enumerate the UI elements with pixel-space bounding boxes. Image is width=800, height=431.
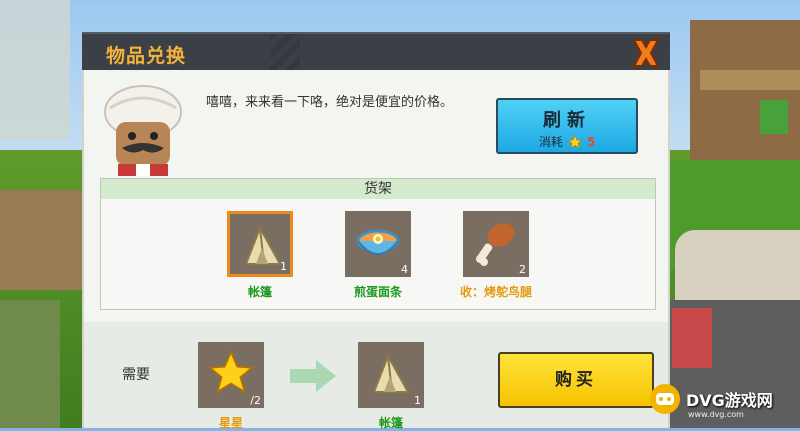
star-icon	[208, 350, 254, 394]
refresh-cost-value: 5	[586, 134, 596, 149]
cactus	[760, 100, 788, 134]
drumstick-icon	[476, 223, 515, 266]
shelf-title: 货架	[101, 179, 655, 199]
merchant-panel: 嘻嘻，来来看一下咯，绝对是便宜的价格。 刷新 消耗 5 货架 1 帐篷 4 煎蛋…	[82, 70, 670, 322]
npc-dialogue-text: 嘻嘻，来来看一下咯，绝对是便宜的价格。	[206, 95, 454, 110]
npc-vest	[672, 308, 712, 368]
refresh-cost: 消耗 5	[498, 133, 636, 150]
dialog-title: 物品兑换	[106, 45, 187, 67]
buy-button[interactable]: 购买	[498, 352, 654, 408]
result-item-name: 帐篷	[378, 416, 403, 430]
shelf-item-name: 收：烤鸵鸟腿	[459, 285, 532, 299]
item-exchange-dialog: 物品兑换 嘻嘻，来来看一下咯，绝对是便宜的价格。 刷新 消耗 5 货架 1 帐篷…	[82, 32, 670, 430]
slot-qty: 2	[519, 263, 526, 276]
result-item-slot: 1	[358, 342, 424, 408]
shelf-item-name: 帐篷	[247, 285, 272, 299]
watermark-logo-icon	[650, 384, 680, 414]
need-label: 需要	[122, 367, 150, 383]
arrow-right-icon	[290, 360, 336, 392]
shelf-slot-tent[interactable]: 1	[227, 211, 293, 277]
refresh-button[interactable]: 刷新 消耗 5	[496, 98, 638, 154]
shelf-slot-noodles[interactable]: 4	[345, 211, 411, 277]
cost-item-name: 星星	[218, 416, 243, 430]
refresh-label: 刷新	[543, 110, 591, 131]
close-icon	[632, 39, 660, 67]
refresh-cost-label: 消耗	[538, 135, 563, 149]
shelf-slot-drumstick[interactable]: 2	[463, 211, 529, 277]
merchant-portrait	[98, 78, 188, 176]
watermark-text: DVG游戏网	[686, 391, 773, 410]
close-button[interactable]	[628, 36, 664, 70]
wooden-beam	[700, 70, 800, 90]
grass-block	[0, 300, 60, 428]
tent-icon	[372, 353, 410, 393]
cost-item-slot: /2	[198, 342, 264, 408]
slot-qty: 1	[280, 260, 287, 273]
wooden-arch	[690, 20, 800, 160]
shelf: 货架 1 帐篷 4 煎蛋面条 2 收：烤鸵鸟腿	[100, 178, 656, 310]
result-item-qty: 1	[414, 394, 421, 407]
slot-qty: 4	[401, 263, 408, 276]
trade-area: 需要 /2 星星 1 帐篷 购买	[82, 322, 670, 430]
dialog-title-bar: 物品兑换	[82, 32, 670, 72]
shelf-item-name: 煎蛋面条	[353, 285, 402, 299]
noodle-bowl-icon	[356, 229, 400, 255]
wood-block	[0, 190, 85, 290]
cost-item-qty: /2	[250, 394, 261, 407]
star-icon	[567, 133, 583, 149]
stone-block	[0, 0, 70, 140]
watermark-url: www.dvg.com	[688, 410, 744, 419]
